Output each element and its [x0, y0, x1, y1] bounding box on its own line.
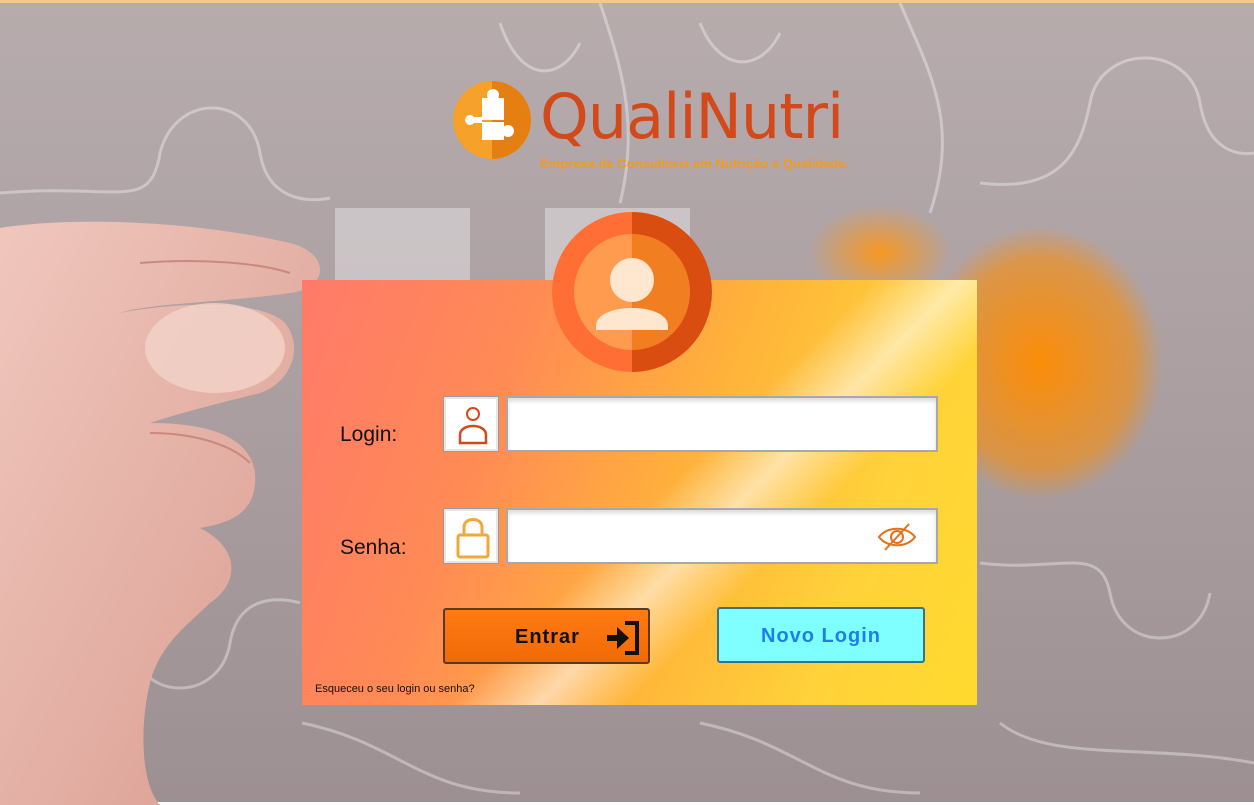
brand-name: QualiNutri [540, 80, 844, 153]
enter-button-label: Entrar [515, 626, 580, 648]
puzzle-logo-icon [452, 80, 532, 160]
forgot-password-link[interactable]: Esqueceu o seu login ou senha? [315, 683, 475, 695]
password-label: Senha: [340, 536, 407, 559]
login-label: Login: [340, 423, 398, 446]
sign-in-icon [607, 621, 639, 655]
login-input[interactable] [506, 396, 938, 452]
lock-icon [443, 508, 499, 564]
eye-slash-icon[interactable] [877, 522, 917, 552]
brand-tagline: Empresa de Consultoria em Nutrição e Qua… [540, 156, 850, 171]
hand-image [0, 221, 320, 805]
password-input[interactable] [506, 508, 938, 564]
user-icon [443, 396, 499, 452]
new-login-button[interactable]: Novo Login [717, 607, 925, 663]
new-login-button-label: Novo Login [761, 625, 881, 647]
enter-button[interactable]: Entrar [443, 608, 650, 664]
user-avatar-icon [552, 212, 712, 372]
brand-logo: QualiNutri Empresa de Consultoria em Nut… [452, 80, 902, 175]
